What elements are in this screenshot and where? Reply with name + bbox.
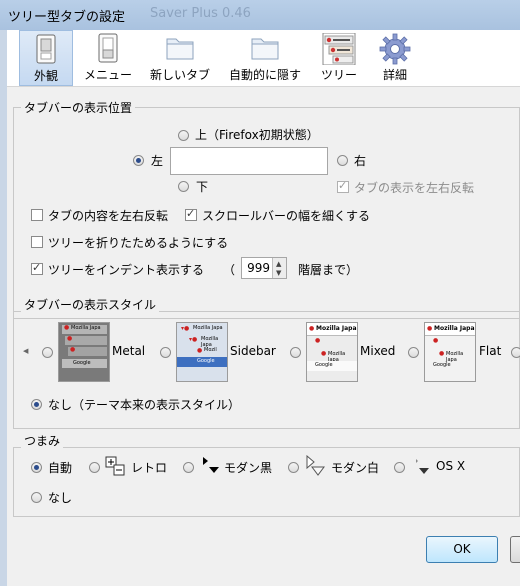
gear-icon <box>379 33 411 65</box>
radio-twisty-none[interactable] <box>31 492 42 503</box>
tab-label: 詳細 <box>382 68 407 82</box>
style-preview-flat: ● Mozilla Japa ● ● Mozilla Japa Google <box>424 322 476 382</box>
tree-tabs-icon <box>322 33 356 65</box>
twisty-label-none: なし <box>48 491 73 505</box>
title-bar: ツリー型タブの設定 Saver Plus 0.46 <box>0 0 520 30</box>
radio-style-none[interactable] <box>31 399 42 410</box>
osx-triangle-icon <box>416 459 429 474</box>
style-none-label: なし（テーマ本来の表示スタイル） <box>48 398 241 412</box>
switch-icon <box>98 33 118 63</box>
twisty-label-modern-black: モダン黒 <box>224 461 273 475</box>
radio-style-sidebar[interactable] <box>160 347 171 358</box>
indent-tree-checkbox[interactable] <box>31 261 43 275</box>
twisty-label-osx: OS X <box>436 459 466 473</box>
folder-icon <box>166 38 194 60</box>
radio-position-right[interactable] <box>337 155 348 166</box>
position-preview-box <box>170 147 328 175</box>
group-title: つまみ <box>21 432 64 449</box>
narrow-scrollbar-label: スクロールバーの幅を細くする <box>202 209 371 223</box>
tab-advanced[interactable]: 詳細 <box>369 30 421 86</box>
radio-twisty-osx[interactable] <box>394 462 405 473</box>
indent-suffix-label: 階層まで） <box>298 263 359 277</box>
indent-tree-label: ツリーをインデント表示する <box>48 263 205 277</box>
indent-levels-value: 999 <box>247 261 270 275</box>
plus-minus-icon <box>105 456 125 476</box>
style-preview-sidebar: ▾● Mozilla Japa ▾● Mozilla Japa ● Mozil … <box>176 322 228 382</box>
style-label-sidebar: Sidebar <box>230 344 276 358</box>
tab-appearance[interactable]: 外観 <box>19 30 73 86</box>
tab-menu[interactable]: メニュー <box>77 30 139 86</box>
twisty-label-modern-white: モダン白 <box>331 461 380 475</box>
radio-style-flat[interactable] <box>408 347 419 358</box>
style-label-flat: Flat <box>479 344 502 358</box>
radio-twisty-modern-black[interactable] <box>183 462 194 473</box>
radio-style-mixed[interactable] <box>290 347 301 358</box>
tab-label: 新しいタブ <box>149 68 210 82</box>
collapsible-tree-label: ツリーを折りたためるようにする <box>48 236 229 250</box>
invert-content-checkbox[interactable] <box>31 209 43 221</box>
cancel-button-partial[interactable] <box>510 536 520 563</box>
style-label-mixed: Mixed <box>360 344 396 358</box>
tab-label: ツリー <box>320 68 357 82</box>
radio-position-top[interactable] <box>178 130 189 141</box>
ok-button-label: OK <box>453 542 471 556</box>
window-title: ツリー型タブの設定 <box>8 10 126 25</box>
twisty-label-auto: 自動 <box>48 461 73 475</box>
dialog-client: 外観 メニュー 新しいタブ 自動的に隠す ツリー 詳細 タブバーの表示位置 上（… <box>7 30 520 586</box>
ok-button[interactable]: OK <box>426 536 498 563</box>
folder-icon <box>251 38 279 60</box>
indent-open-paren: （ <box>223 263 236 277</box>
tab-label: 外観 <box>33 69 58 83</box>
group-title: タブバーの表示位置 <box>21 99 136 116</box>
switch-icon <box>36 34 56 64</box>
radio-style-metal[interactable] <box>42 347 53 358</box>
white-triangle-icon <box>306 455 325 476</box>
style-label-metal: Metal <box>112 344 146 358</box>
tab-auto-hide[interactable]: 自動的に隠す <box>223 30 307 86</box>
radio-position-left[interactable] <box>133 155 144 166</box>
twisty-group <box>13 447 520 517</box>
tab-new-tab[interactable]: 新しいタブ <box>145 30 215 86</box>
invert-tabs-checkbox[interactable] <box>337 179 349 193</box>
group-title: タブバーの表示スタイル <box>21 296 160 313</box>
radio-label-left: 左 <box>151 154 164 168</box>
radio-twisty-auto[interactable] <box>31 462 42 473</box>
spin-up-icon[interactable]: ▲ <box>276 260 281 268</box>
radio-label-bottom: 下 <box>196 180 209 194</box>
spinner-buttons[interactable]: ▲ ▼ <box>272 258 286 278</box>
radio-label-top: 上（Firefox初期状態） <box>195 128 319 142</box>
tab-label: メニュー <box>83 68 132 82</box>
black-triangle-icon <box>203 457 219 473</box>
tab-label: 自動的に隠す <box>228 68 301 82</box>
style-preview-metal: ● Mozilla Japa ● ● Google <box>58 322 110 382</box>
twisty-label-retro: レトロ <box>131 461 168 475</box>
indent-levels-spinner[interactable]: 999 ▲ ▼ <box>241 257 287 279</box>
scroll-left-icon[interactable]: ◀ <box>23 347 28 355</box>
radio-label-right: 右 <box>354 154 367 168</box>
invert-tabs-label: タブの表示を左右反転 <box>354 181 475 195</box>
invert-content-label: タブの内容を左右反転 <box>48 209 169 223</box>
spin-down-icon[interactable]: ▼ <box>276 269 281 277</box>
background-window-title: Saver Plus 0.46 <box>150 6 251 21</box>
style-preview-mixed: ● Mozilla Japa ● ● Mozilla Japa Google <box>306 322 358 382</box>
radio-twisty-retro[interactable] <box>89 462 100 473</box>
tab-tree[interactable]: ツリー <box>313 30 365 86</box>
narrow-scrollbar-checkbox[interactable] <box>185 207 197 221</box>
radio-position-bottom[interactable] <box>178 181 189 192</box>
radio-twisty-modern-white[interactable] <box>288 462 299 473</box>
preferences-toolbar: 外観 メニュー 新しいタブ 自動的に隠す ツリー 詳細 <box>7 30 520 87</box>
collapsible-tree-checkbox[interactable] <box>31 236 43 248</box>
radio-style-next[interactable] <box>511 347 520 358</box>
